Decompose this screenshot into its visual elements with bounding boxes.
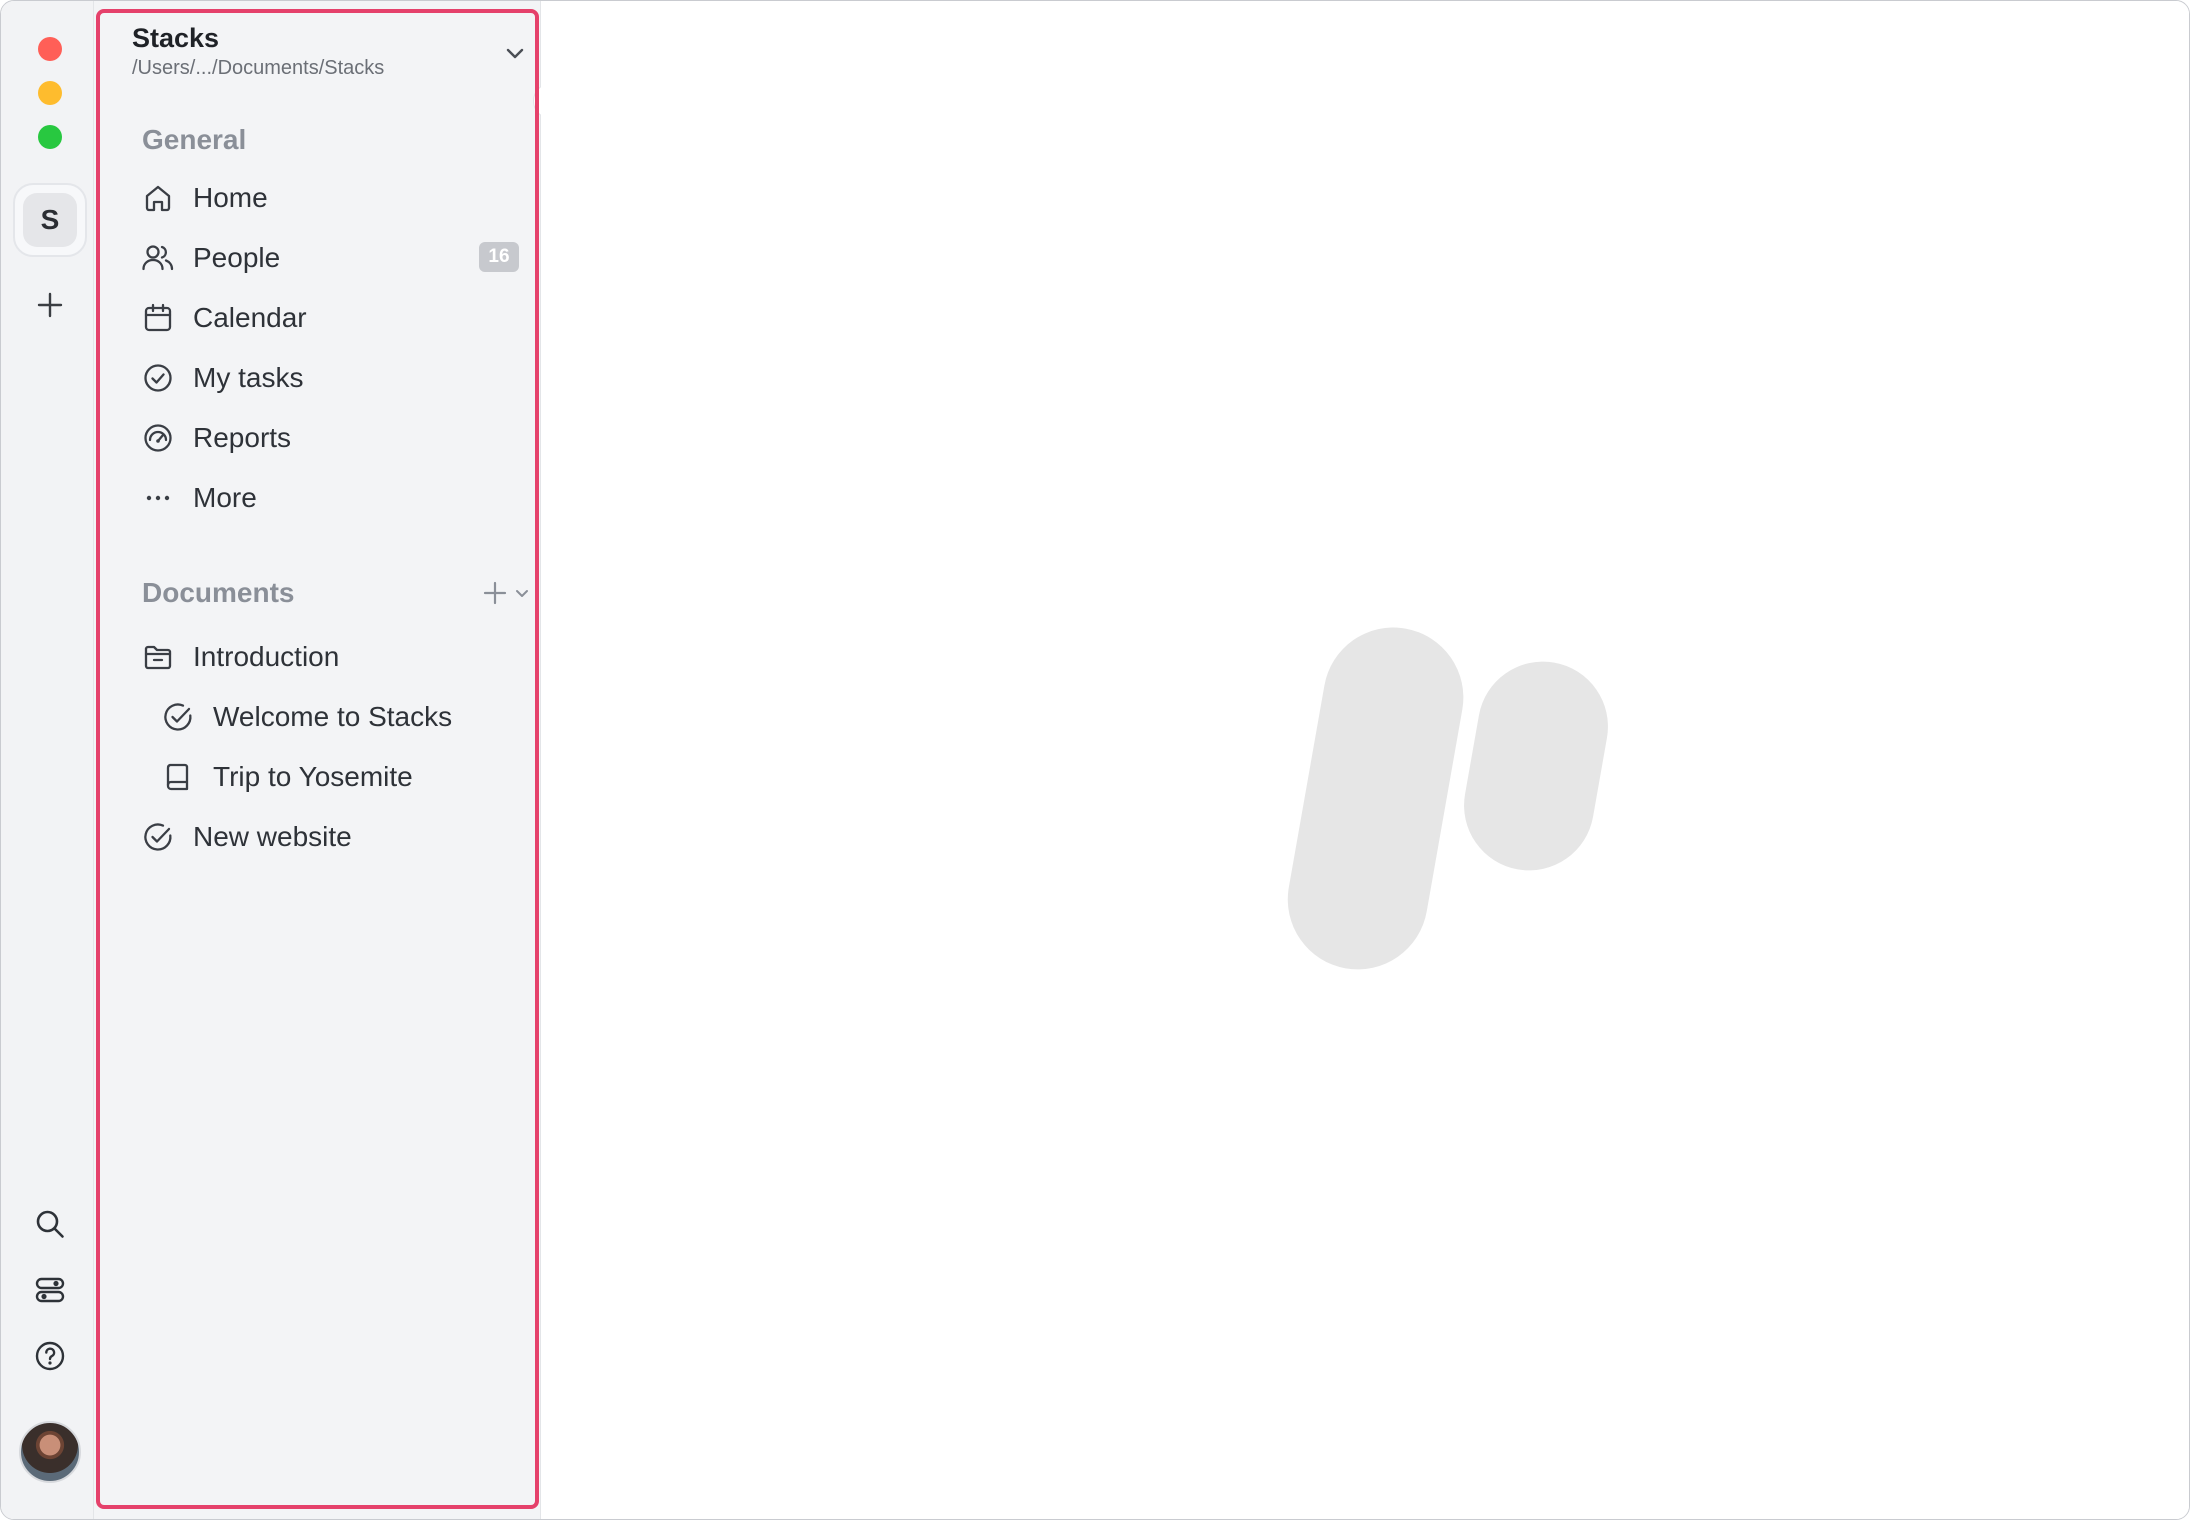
sidebar-item-label: Introduction bbox=[193, 641, 340, 672]
sidebar-item-new-website[interactable]: New website bbox=[140, 812, 525, 862]
sidebar-item-introduction[interactable]: Introduction bbox=[140, 632, 525, 682]
people-icon bbox=[140, 240, 176, 276]
stacks-logo-icon bbox=[1261, 626, 1621, 976]
workspace-title[interactable]: Stacks bbox=[132, 23, 219, 54]
people-count-badge: 16 bbox=[479, 242, 519, 272]
minimize-window-button[interactable] bbox=[38, 81, 62, 105]
check-circle-icon bbox=[140, 360, 176, 396]
sidebar-item-label: Welcome to Stacks bbox=[213, 701, 453, 732]
sidebar-item-reports[interactable]: Reports bbox=[140, 413, 525, 463]
sidebar-item-trip-to-yosemite[interactable]: Trip to Yosemite bbox=[160, 752, 545, 802]
folder-icon bbox=[140, 639, 176, 675]
app-window: S Stacks /Users/.../Documents/Stacks Gen… bbox=[0, 0, 2190, 1520]
sidebar-item-welcome-to-stacks[interactable]: Welcome to Stacks bbox=[160, 692, 545, 742]
sidebar-item-my-tasks[interactable]: My tasks bbox=[140, 353, 525, 403]
section-title-documents: Documents bbox=[142, 577, 295, 608]
more-dots-icon bbox=[140, 480, 176, 516]
documents-actions bbox=[481, 579, 531, 607]
search-icon[interactable] bbox=[31, 1205, 69, 1243]
add-document-icon[interactable] bbox=[481, 579, 509, 607]
chevron-down-icon[interactable] bbox=[501, 39, 529, 67]
book-icon bbox=[160, 759, 196, 795]
sidebar-item-label: My tasks bbox=[193, 362, 304, 393]
chevron-down-icon[interactable] bbox=[513, 584, 531, 602]
sidebar-item-label: New website bbox=[193, 821, 352, 852]
workspace-rail: S bbox=[1, 1, 94, 1519]
zoom-window-button[interactable] bbox=[38, 125, 62, 149]
check-circle-icon bbox=[160, 699, 196, 735]
sidebar-item-label: Calendar bbox=[193, 302, 307, 333]
workspace-switcher[interactable]: S bbox=[13, 183, 87, 257]
sidebar-item-label: More bbox=[193, 482, 257, 513]
sidebar-item-more[interactable]: More bbox=[140, 473, 525, 523]
close-window-button[interactable] bbox=[38, 37, 62, 61]
sidebar-item-label: People bbox=[193, 242, 281, 273]
section-title-general: General bbox=[142, 124, 247, 155]
add-workspace-icon[interactable] bbox=[31, 286, 69, 324]
sidebar-item-label: Reports bbox=[193, 422, 292, 453]
home-icon bbox=[140, 180, 176, 216]
workspace-path: /Users/.../Documents/Stacks bbox=[132, 57, 385, 79]
sidebar-item-calendar[interactable]: Calendar bbox=[140, 293, 525, 343]
sidebar-item-people[interactable]: People 16 bbox=[140, 233, 525, 283]
sidebar-item-label: Home bbox=[193, 182, 268, 213]
settings-toggles-icon[interactable] bbox=[31, 1271, 69, 1309]
check-circle-icon bbox=[140, 819, 176, 855]
sidebar-item-label: Trip to Yosemite bbox=[213, 761, 413, 792]
help-icon[interactable] bbox=[31, 1337, 69, 1375]
workspace-avatar: S bbox=[23, 193, 77, 247]
user-avatar[interactable] bbox=[19, 1421, 81, 1483]
calendar-icon bbox=[140, 300, 176, 336]
sidebar-item-home[interactable]: Home bbox=[140, 173, 525, 223]
gauge-icon bbox=[140, 420, 176, 456]
